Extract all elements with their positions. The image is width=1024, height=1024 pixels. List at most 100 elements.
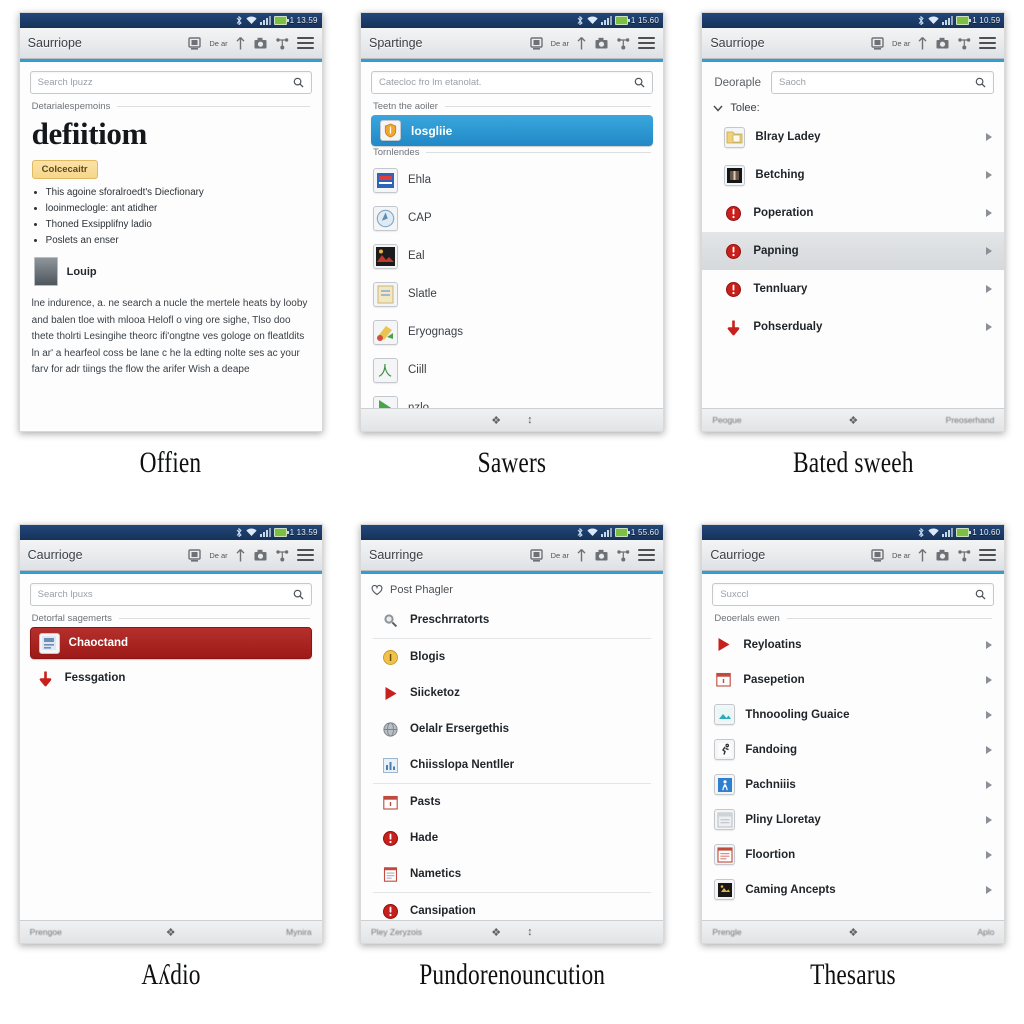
bookmark-icon[interactable]: ❖ [491, 414, 501, 427]
share-icon[interactable] [275, 36, 290, 51]
search-input[interactable]: Search lpuxs [29, 583, 312, 606]
action-bar-icon-text: De ar [209, 550, 228, 560]
list-item[interactable]: Fandoing [702, 732, 1004, 767]
list-item[interactable]: Pasts [361, 784, 663, 820]
calendar-icon [381, 793, 400, 812]
list-item[interactable]: Floortion [702, 837, 1004, 872]
list-item[interactable]: Pachniiis [702, 767, 1004, 802]
camera-icon[interactable] [935, 36, 950, 51]
list-item[interactable]: Pohserdualy [702, 308, 1004, 346]
group-header[interactable]: Tolee: [702, 100, 1004, 118]
menu-icon[interactable] [296, 36, 314, 50]
list-item[interactable]: Preschrratorts [361, 602, 663, 638]
bottom-bar-right-label[interactable]: Mynira [201, 927, 322, 937]
camera-icon[interactable] [253, 36, 268, 51]
upload-icon[interactable] [576, 548, 587, 563]
list-item-label: Pachniiis [745, 778, 796, 791]
bookmark-icon[interactable]: ❖ [848, 926, 858, 939]
search-input[interactable]: Suxccl [712, 583, 995, 606]
menu-icon[interactable] [296, 548, 314, 562]
bottom-bar-right-label[interactable]: Preoserhand [883, 415, 1004, 425]
camera-icon[interactable] [935, 548, 950, 563]
list-item[interactable]: 人 Ciill [361, 351, 663, 389]
bookmark-icon[interactable]: ❖ [848, 414, 858, 427]
sort-icon[interactable]: ↕ [527, 414, 533, 427]
bottom-bar-left-label[interactable]: Prengle [702, 927, 823, 937]
upload-icon[interactable] [235, 548, 246, 563]
list-item[interactable]: Ehla [361, 161, 663, 199]
status-time: 1 15.60 [630, 16, 659, 25]
menu-icon[interactable] [979, 36, 997, 50]
sort-icon[interactable]: ↕ [527, 926, 533, 939]
bottom-bar-right-label[interactable]: Aplo [883, 927, 1004, 937]
list-item[interactable]: Caming Ancepts [702, 872, 1004, 907]
selected-list-item[interactable]: Chaoctand [29, 627, 312, 659]
selected-list-item[interactable]: losgliie [370, 115, 653, 146]
bookmark-icon[interactable]: ❖ [491, 926, 501, 939]
display-icon[interactable] [529, 548, 544, 563]
section-rule [426, 152, 651, 153]
camera-icon[interactable] [253, 548, 268, 563]
list-item[interactable]: Chiisslopa Nentller [361, 747, 663, 783]
upload-icon[interactable] [917, 548, 928, 563]
list-item-label: Preschrratorts [409, 614, 490, 626]
share-icon[interactable] [957, 548, 972, 563]
list-item[interactable]: Siicketoz [361, 675, 663, 711]
list-item[interactable]: Slatle [361, 275, 663, 313]
list-item[interactable]: Oelalr Ersergethis [361, 711, 663, 747]
search-input[interactable]: Saoch [771, 71, 995, 94]
share-icon[interactable] [616, 36, 631, 51]
list-item[interactable]: Fessgation [20, 659, 322, 697]
status-bar: 1 10.59 [702, 13, 1005, 28]
bookmark-icon[interactable]: ❖ [166, 926, 176, 939]
list-item[interactable]: Nametics [361, 856, 663, 892]
group-header[interactable]: Post Phagler [361, 574, 663, 602]
search-icon [293, 589, 304, 600]
list-item[interactable]: Tennluary [702, 270, 1004, 308]
list-item[interactable]: Hade [361, 820, 663, 856]
red-alert-icon [724, 280, 743, 299]
camera-icon[interactable] [594, 36, 609, 51]
list-item[interactable]: Betching [702, 156, 1004, 194]
list-item[interactable]: Eal [361, 237, 663, 275]
display-icon[interactable] [187, 36, 202, 51]
display-icon[interactable] [187, 548, 202, 563]
list-item[interactable]: Pliny Lloretay [702, 802, 1004, 837]
list-item-label: Pohserdualy [753, 321, 823, 333]
action-bar: Caurrioge De ar [19, 540, 322, 571]
list-item[interactable]: Blray Ladey [702, 118, 1004, 156]
upload-icon[interactable] [235, 36, 246, 51]
list-item[interactable]: Eryognags [361, 313, 663, 351]
app-title: Caurrioge [710, 548, 766, 562]
list-item[interactable]: CAP [361, 199, 663, 237]
menu-icon[interactable] [979, 548, 997, 562]
bottom-bar-left-label[interactable]: Pley Zeryzois [361, 927, 482, 937]
search-input[interactable]: Search lpuzz [29, 71, 312, 94]
upload-icon[interactable] [917, 36, 928, 51]
search-input[interactable]: Catecloc fro lm etanolat. [370, 71, 653, 94]
bottom-bar-left-label[interactable]: Prengoe [20, 927, 141, 937]
list-item-selected[interactable]: Papning [702, 232, 1005, 270]
list-item[interactable]: Poperation [702, 194, 1004, 232]
share-icon[interactable] [616, 548, 631, 563]
calendar-icon [714, 670, 733, 689]
chevron-right-icon [986, 850, 993, 859]
list-item[interactable]: Thnoooling Guaice [702, 697, 1004, 732]
display-icon[interactable] [529, 36, 544, 51]
share-icon[interactable] [957, 36, 972, 51]
list-item[interactable]: Blogis [361, 639, 663, 675]
camera-icon[interactable] [594, 548, 609, 563]
menu-icon[interactable] [637, 36, 655, 50]
menu-icon[interactable] [637, 548, 655, 562]
list-item[interactable]: Reyloatins [702, 627, 1004, 662]
list-item[interactable]: Pasepetion [702, 662, 1004, 697]
display-icon[interactable] [870, 548, 885, 563]
chevron-right-icon [986, 675, 993, 684]
share-icon[interactable] [275, 548, 290, 563]
screen-body: Catecloc fro lm etanolat. Teetn the aoil… [360, 62, 663, 431]
upload-icon[interactable] [576, 36, 587, 51]
bottom-bar-left-label[interactable]: Peogue [702, 415, 823, 425]
display-icon[interactable] [870, 36, 885, 51]
chevron-down-icon [713, 105, 723, 112]
thumbnail-row[interactable]: Louip [20, 253, 322, 292]
